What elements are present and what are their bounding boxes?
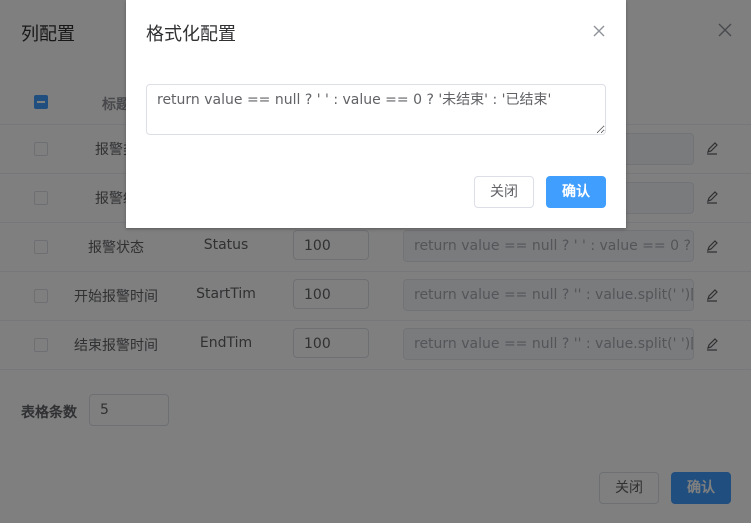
close-icon[interactable] [591,23,607,39]
dialog-confirm-button[interactable]: 确认 [546,176,606,208]
format-config-title: 格式化配置 [146,24,236,45]
format-config-dialog: 格式化配置 return value == null ? ' ' : value… [126,0,626,228]
dialog-close-button[interactable]: 关闭 [474,176,534,208]
format-textarea[interactable]: return value == null ? ' ' : value == 0 … [146,84,606,135]
